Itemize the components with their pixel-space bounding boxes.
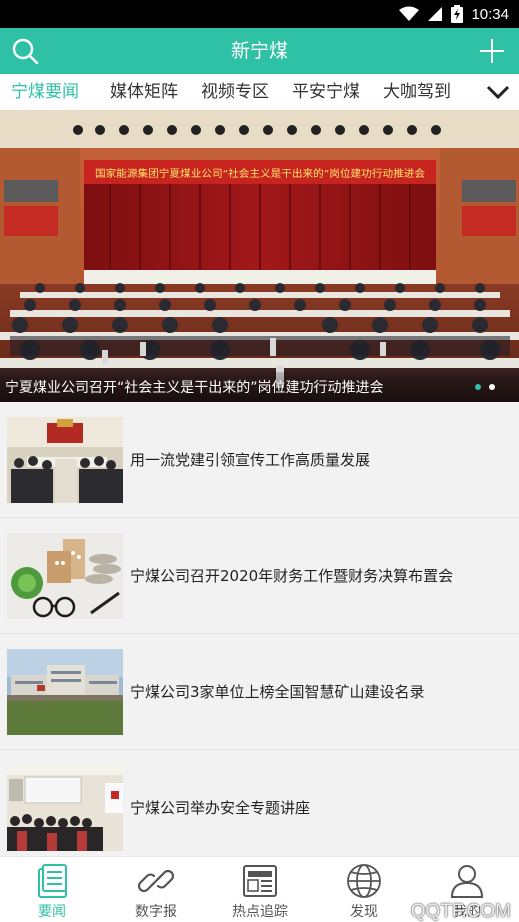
tab-fade xyxy=(465,74,477,110)
tabs-expand-button[interactable] xyxy=(477,74,519,110)
plus-icon xyxy=(480,39,504,63)
news-thumbnail xyxy=(7,765,123,851)
news-list: 用一流党建引领宣传工作高质量发展 宁煤公司召开2020年财务工作暨财务决算布置会 xyxy=(0,402,519,856)
list-item[interactable]: 宁煤公司3家单位上榜全国智慧矿山建设名录 xyxy=(0,634,519,750)
nav-item-hot-tracking[interactable]: 热点追踪 xyxy=(208,857,312,922)
nav-item-discover[interactable]: 发现 xyxy=(312,857,416,922)
banner-caption: 宁夏煤业公司召开“社会主义是干出来的”岗位建功行动推进会 xyxy=(5,380,384,396)
chevron-down-icon xyxy=(486,85,510,100)
carousel-dots xyxy=(475,384,495,390)
news-title: 宁煤公司召开2020年财务工作暨财务决算布置会 xyxy=(130,567,454,585)
news-title: 宁煤公司3家单位上榜全国智慧矿山建设名录 xyxy=(130,683,425,701)
bottom-nav: 要闻 数字报 热点追踪 发现 我的 QQTF.COM xyxy=(0,856,519,922)
banner-sign-text: 国家能源集团宁夏煤业公司“社会主义是干出来的”岗位建功行动推进会 xyxy=(95,167,425,180)
nav-label-digital-paper: 数字报 xyxy=(135,904,177,920)
app-title: 新宁煤 xyxy=(230,40,288,62)
tab-media-matrix[interactable]: 媒体矩阵 xyxy=(110,74,178,110)
news-title: 宁煤公司举办安全专题讲座 xyxy=(130,799,311,817)
battery-icon xyxy=(451,5,464,23)
watermark-text: QQTF.COM xyxy=(410,901,511,922)
tab-ningmei-news[interactable]: 宁煤要闻 xyxy=(11,74,79,110)
list-item[interactable]: 宁煤公司举办安全专题讲座 xyxy=(0,750,519,856)
wifi-icon xyxy=(399,6,420,21)
carousel-dot[interactable] xyxy=(489,384,495,390)
app-header: 新宁煤 xyxy=(0,28,519,74)
tab-safety[interactable]: 平安宁煤 xyxy=(292,74,360,110)
person-icon xyxy=(450,865,484,898)
category-tabs: 宁煤要闻 媒体矩阵 视频专区 平安宁煤 大咖驾到 xyxy=(0,74,519,110)
status-bar: 10:34 xyxy=(0,0,519,28)
list-item[interactable]: 宁煤公司召开2020年财务工作暨财务决算布置会 xyxy=(0,518,519,634)
tab-video[interactable]: 视频专区 xyxy=(201,74,269,110)
nav-label-hot-tracking: 热点追踪 xyxy=(232,904,288,920)
news-thumbnail xyxy=(7,649,123,735)
news-title: 用一流党建引领宣传工作高质量发展 xyxy=(130,451,371,469)
status-time: 10:34 xyxy=(471,5,509,23)
signal-icon xyxy=(428,7,443,21)
tab-guest-talk[interactable]: 大咖驾到 xyxy=(383,74,451,110)
news-thumbnail xyxy=(7,417,123,503)
link-icon xyxy=(138,869,174,893)
banner-carousel[interactable]: 国家能源集团宁夏煤业公司“社会主义是干出来的”岗位建功行动推进会 宁夏煤业公司召… xyxy=(0,110,519,402)
globe-icon xyxy=(347,864,381,898)
add-button[interactable] xyxy=(475,34,509,68)
nav-label-discover: 发现 xyxy=(350,904,378,920)
status-icons: 10:34 xyxy=(399,4,509,24)
list-item[interactable]: 用一流党建引领宣传工作高质量发展 xyxy=(0,402,519,518)
news-icon xyxy=(38,864,67,898)
nav-item-news[interactable]: 要闻 xyxy=(0,857,104,922)
newspaper-icon xyxy=(243,865,277,897)
news-thumbnail xyxy=(7,533,123,619)
banner-photo: 国家能源集团宁夏煤业公司“社会主义是干出来的”岗位建功行动推进会 xyxy=(0,110,519,402)
carousel-dot-active[interactable] xyxy=(475,384,481,390)
nav-label-news: 要闻 xyxy=(38,904,66,920)
nav-item-digital-paper[interactable]: 数字报 xyxy=(104,857,208,922)
